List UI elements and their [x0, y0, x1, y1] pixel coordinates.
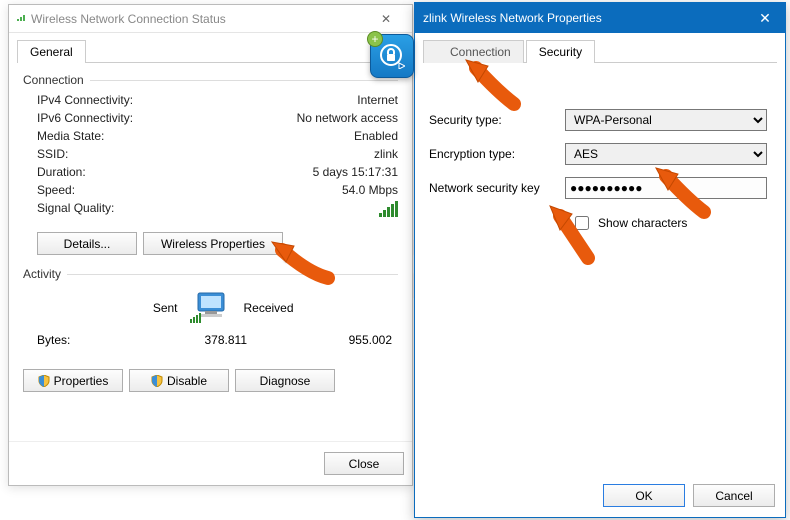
security-type-select[interactable]: WPA-Personal: [565, 109, 767, 131]
signalq-label: Signal Quality:: [37, 201, 114, 220]
properties-button[interactable]: Properties: [23, 369, 123, 392]
shield-icon: [38, 375, 50, 387]
media-value: Enabled: [354, 129, 398, 143]
signal-bars-icon: [379, 201, 398, 217]
props-titlebar[interactable]: zlink Wireless Network Properties ✕: [415, 3, 785, 33]
props-title: zlink Wireless Network Properties: [423, 11, 753, 25]
status-window: Wireless Network Connection Status ✕ Gen…: [8, 4, 413, 486]
bytes-received: 955.002: [292, 333, 392, 347]
show-characters-row: Show characters: [571, 213, 777, 233]
wireless-properties-button[interactable]: Wireless Properties: [143, 232, 283, 255]
ssid-label: SSID:: [37, 147, 68, 161]
tab-connection[interactable]: Connection: [423, 40, 524, 63]
speed-label: Speed:: [37, 183, 75, 197]
lock-badge-icon: +: [370, 34, 414, 78]
cancel-button[interactable]: Cancel: [693, 484, 775, 507]
close-icon[interactable]: ✕: [753, 10, 777, 27]
status-body: Connection IPv4 Connectivity: Internet IP…: [9, 63, 412, 441]
received-label: Received: [244, 301, 364, 315]
network-activity-icon: [190, 291, 232, 325]
network-key-label: Network security key: [429, 181, 565, 195]
ssid-value: zlink: [374, 147, 398, 161]
activity-row: Sent Received: [23, 291, 398, 325]
show-characters-checkbox[interactable]: [575, 216, 589, 230]
tabs-container: General: [9, 33, 412, 63]
disable-button[interactable]: Disable: [129, 369, 229, 392]
status-titlebar[interactable]: Wireless Network Connection Status ✕: [9, 5, 412, 33]
activity-group-label: Activity: [23, 267, 398, 281]
encryption-type-field: Encryption type: AES: [423, 143, 777, 165]
close-icon[interactable]: ✕: [366, 8, 406, 30]
network-key-field: Network security key: [423, 177, 777, 199]
encryption-type-select[interactable]: AES: [565, 143, 767, 165]
status-title: Wireless Network Connection Status: [31, 12, 366, 26]
plus-icon: +: [367, 31, 383, 47]
props-tabs: Connection Security: [423, 39, 777, 63]
tab-security[interactable]: Security: [526, 40, 595, 63]
show-characters-label: Show characters: [598, 216, 687, 230]
security-type-label: Security type:: [429, 113, 565, 127]
diagnose-button[interactable]: Diagnose: [235, 369, 335, 392]
security-type-field: Security type: WPA-Personal: [423, 109, 777, 131]
ipv6-value: No network access: [297, 111, 398, 125]
network-key-input[interactable]: [565, 177, 767, 199]
signal-icon: [15, 11, 27, 26]
ok-button[interactable]: OK: [603, 484, 685, 507]
status-tabs: General: [17, 39, 404, 63]
ipv4-value: Internet: [357, 93, 398, 107]
properties-window: zlink Wireless Network Properties ✕ Conn…: [414, 2, 786, 518]
details-button[interactable]: Details...: [37, 232, 137, 255]
ipv4-label: IPv4 Connectivity:: [37, 93, 133, 107]
close-button[interactable]: Close: [324, 452, 404, 475]
ipv6-label: IPv6 Connectivity:: [37, 111, 133, 125]
encryption-type-label: Encryption type:: [429, 147, 565, 161]
media-label: Media State:: [37, 129, 104, 143]
connection-group-label: Connection: [23, 73, 398, 87]
signalq-value: [379, 201, 398, 220]
lock-icon: [379, 43, 405, 69]
bytes-label: Bytes:: [37, 333, 147, 347]
tab-general[interactable]: General: [17, 40, 86, 63]
bytes-sent: 378.811: [147, 333, 247, 347]
duration-label: Duration:: [37, 165, 86, 179]
speed-value: 54.0 Mbps: [342, 183, 398, 197]
sent-label: Sent: [58, 301, 178, 315]
duration-value: 5 days 15:17:31: [313, 165, 398, 179]
shield-icon: [151, 375, 163, 387]
